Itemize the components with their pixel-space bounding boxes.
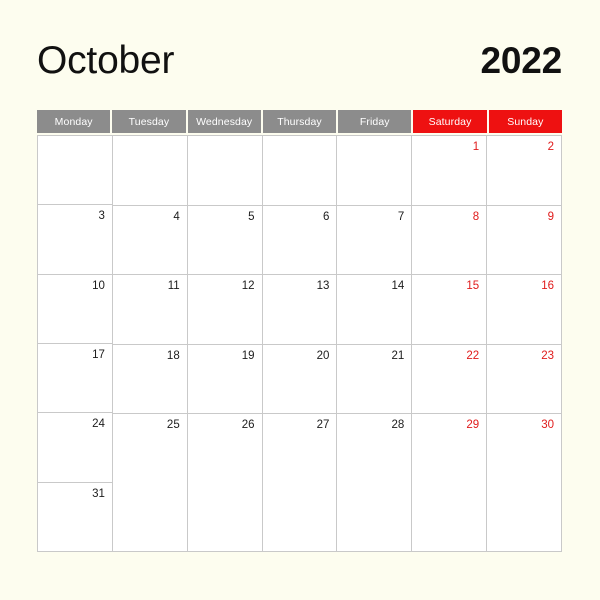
calendar-column-monday: 3 10 17 24 31: [38, 136, 113, 552]
day-number: 26: [241, 419, 255, 431]
calendar-column-thursday: 6 13 20 27: [262, 136, 338, 552]
weekday-header-monday: Monday: [37, 110, 111, 133]
calendar-column-wednesday: 5 12 19 26: [187, 136, 263, 552]
day-number: 2: [547, 141, 555, 153]
day-number: 7: [397, 210, 405, 223]
day-cell[interactable]: [337, 136, 412, 206]
day-number: 23: [541, 349, 555, 362]
weekday-header-sunday: Sunday: [488, 110, 562, 133]
day-cell[interactable]: 20: [262, 344, 337, 414]
day-number: 1: [472, 141, 480, 153]
day-number: 24: [92, 418, 105, 431]
day-cell[interactable]: 28: [337, 414, 412, 552]
day-cell[interactable]: 1: [412, 136, 487, 206]
weekday-header-saturday: Saturday: [413, 110, 487, 133]
calendar-column-saturday: 1 8 15 22 29: [412, 136, 488, 552]
day-number: 21: [391, 349, 405, 362]
day-number: 19: [241, 349, 255, 362]
day-cell[interactable]: 26: [187, 414, 262, 552]
weekday-header-friday: Friday: [338, 110, 412, 133]
day-number: 15: [466, 280, 480, 292]
weekday-label: Wednesday: [196, 115, 253, 128]
day-number: 12: [241, 280, 255, 292]
day-cell[interactable]: 30: [487, 414, 562, 552]
day-cell[interactable]: 24: [38, 413, 112, 483]
weekday-header-row: Monday Tuesday Wednesday Thursday Friday…: [37, 110, 562, 133]
calendar-column-tuesday: 4 11 18 25: [112, 136, 188, 552]
day-cell[interactable]: 3: [38, 205, 112, 275]
weekday-label: Tuesday: [128, 115, 170, 128]
day-cell[interactable]: 25: [112, 414, 187, 552]
year-title: 2022: [480, 39, 562, 81]
day-cell[interactable]: 15: [412, 275, 487, 345]
day-number: 25: [166, 419, 180, 431]
day-number: 20: [316, 349, 330, 362]
day-number: 5: [248, 210, 255, 223]
day-number: 31: [92, 487, 105, 500]
day-cell[interactable]: 22: [412, 344, 487, 414]
day-number: 4: [173, 210, 180, 223]
weekday-header-wednesday: Wednesday: [187, 110, 261, 133]
weekday-label: Saturday: [428, 115, 472, 128]
day-cell[interactable]: 8: [412, 205, 487, 275]
day-number: 11: [167, 280, 180, 292]
day-cell[interactable]: 2: [487, 136, 562, 206]
day-number: 10: [92, 279, 105, 292]
day-cell[interactable]: [187, 136, 262, 206]
calendar-grid: 3 10 17 24 31 4 11 18 25 5 12 19 26 6 13…: [37, 135, 563, 552]
day-cell[interactable]: [262, 136, 337, 206]
day-cell[interactable]: 29: [412, 414, 487, 552]
day-number: 30: [541, 419, 555, 431]
day-cell[interactable]: 9: [487, 205, 562, 275]
day-cell[interactable]: 12: [187, 275, 262, 345]
day-cell[interactable]: 16: [487, 275, 562, 345]
day-cell[interactable]: 18: [112, 344, 187, 414]
day-cell[interactable]: 27: [262, 414, 337, 552]
day-cell[interactable]: 21: [337, 344, 412, 414]
day-number: 28: [391, 419, 405, 431]
day-number: 9: [547, 210, 555, 223]
day-cell[interactable]: 17: [38, 343, 112, 414]
weekday-label: Sunday: [507, 115, 544, 128]
day-number: 6: [323, 210, 330, 223]
day-number: 13: [316, 280, 330, 292]
calendar-column-sunday: 2 9 16 23 30: [487, 136, 563, 552]
day-cell[interactable]: 6: [262, 205, 337, 275]
day-number: 16: [541, 280, 555, 292]
day-number: 22: [466, 349, 480, 362]
calendar-page: October 2022 Monday Tuesday Wednesday Th…: [0, 0, 600, 600]
day-cell[interactable]: 4: [112, 205, 187, 275]
calendar-title-row: October 2022: [37, 34, 562, 86]
day-number: 29: [466, 419, 480, 431]
weekday-header-tuesday: Tuesday: [112, 110, 186, 133]
calendar-column-friday: 7 14 21 28: [337, 136, 413, 552]
day-number: 18: [166, 349, 180, 362]
day-cell[interactable]: 7: [337, 205, 412, 275]
day-cell[interactable]: 11: [112, 275, 187, 345]
day-cell[interactable]: 10: [38, 274, 112, 344]
day-cell[interactable]: 23: [487, 344, 562, 414]
weekday-label: Thursday: [277, 115, 322, 128]
day-number: 17: [92, 348, 105, 361]
day-cell[interactable]: 14: [337, 275, 412, 345]
day-cell[interactable]: [112, 136, 187, 206]
month-title: October: [37, 38, 175, 82]
day-cell[interactable]: 19: [187, 344, 262, 414]
day-number: 8: [472, 210, 480, 223]
day-number: 14: [391, 280, 405, 292]
day-cell[interactable]: 13: [262, 275, 337, 345]
day-number: 27: [316, 419, 330, 431]
day-cell[interactable]: 5: [187, 205, 262, 275]
day-number: 3: [98, 210, 105, 223]
weekday-header-thursday: Thursday: [262, 110, 337, 133]
day-cell[interactable]: [38, 136, 112, 206]
day-cell[interactable]: 31: [38, 482, 112, 552]
weekday-label: Monday: [54, 115, 93, 128]
weekday-label: Friday: [359, 115, 390, 128]
